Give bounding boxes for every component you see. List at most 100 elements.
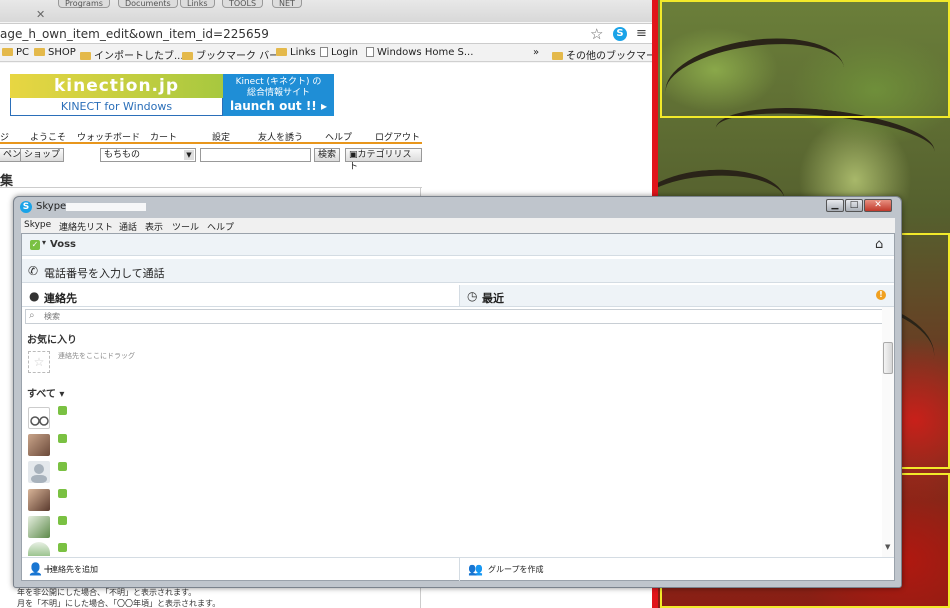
bookmark-item[interactable]: Login — [320, 47, 358, 58]
bookmarks-overflow[interactable]: » — [533, 47, 539, 58]
redacted-title — [66, 203, 146, 211]
folder-icon — [34, 48, 45, 56]
online-status-icon — [58, 434, 67, 443]
bookmark-item[interactable]: その他のブックマーク — [552, 47, 652, 62]
nav-item[interactable]: ジ — [0, 130, 9, 143]
nav-item[interactable]: ログアウト — [375, 130, 420, 143]
bookmark-item[interactable]: Windows Home S... — [366, 47, 473, 58]
bookmark-item[interactable]: インポートしたブ... — [80, 47, 184, 62]
scrollbar-thumb[interactable] — [883, 342, 893, 374]
url-text[interactable]: age_h_own_item_edit&own_item_id=225659 — [0, 27, 269, 41]
category-select[interactable]: もちもの ▼ — [100, 148, 196, 162]
contact-avatar[interactable] — [28, 542, 50, 556]
nav-item[interactable]: ヘルプ — [325, 130, 352, 143]
folder-icon — [80, 52, 91, 60]
bookmark-star-icon[interactable]: ☆ — [590, 25, 603, 43]
user-profile-bar[interactable]: ✓ ▾ Voss ⌂ — [22, 234, 894, 256]
list-icon: ▣ — [349, 150, 358, 160]
online-status-icon — [58, 462, 67, 471]
home-icon[interactable]: ⌂ — [875, 237, 883, 252]
call-phone-row[interactable]: ✆ 電話番号を入力して通話 — [22, 259, 894, 283]
bookmark-item[interactable]: PC — [2, 47, 29, 58]
tab-recent[interactable]: ◷ 最近 ! — [460, 285, 894, 307]
bookmark-item[interactable]: ブックマーク バー — [182, 47, 279, 62]
person-icon: ● — [29, 289, 40, 303]
phone-icon: ✆ — [28, 264, 39, 278]
search-button[interactable]: 検索 — [314, 148, 341, 162]
minimize-button[interactable]: ▁ — [826, 199, 844, 212]
online-status-icon[interactable]: ✓ — [30, 240, 40, 250]
contact-search[interactable]: ⌕ — [25, 309, 891, 324]
search-input[interactable] — [44, 311, 844, 322]
nav-item[interactable]: ウォッチボード — [77, 130, 140, 143]
all-contacts-heading[interactable]: すべて ▾ — [27, 385, 64, 400]
site-navigation: ジ ようこそ ウォッチボード カート 設定 友人を誘う ヘルプ ログアウト — [0, 126, 422, 144]
glasses-avatar-icon — [30, 416, 49, 426]
contact-avatar[interactable] — [28, 516, 50, 538]
shop-button[interactable]: ショップ — [20, 148, 65, 162]
skype-main-panel: ✓ ▾ Voss ⌂ ✆ 電話番号を入力して通話 ● 連絡先 ◷ 最近 ! ⌕ … — [21, 233, 895, 581]
page-icon — [320, 47, 328, 57]
nav-item[interactable]: カート — [150, 130, 177, 143]
create-group-button[interactable]: 👥 グループを作成 — [460, 558, 894, 581]
site-search-bar: ペン ショップ もちもの ▼ 検索 ▣カテゴリリスト — [0, 147, 422, 172]
menu-pill[interactable]: Links — [180, 0, 215, 8]
ad-line: 総合情報サイト — [246, 88, 310, 98]
tab-contacts[interactable]: ● 連絡先 — [22, 285, 460, 307]
menu-help[interactable]: ヘルプ — [207, 220, 234, 233]
bookmarks-bar: PC SHOP インポートしたブ... ブックマーク バー Links Logi… — [0, 44, 652, 62]
bookmark-item[interactable]: Links — [276, 47, 316, 58]
favorites-heading: お気に入り — [27, 335, 77, 346]
menu-contacts[interactable]: 連絡先リスト — [59, 220, 113, 233]
menu-pill[interactable]: Programs — [58, 0, 110, 8]
chevron-down-icon[interactable]: ▾ — [42, 238, 46, 247]
chevron-down-icon: ▼ — [184, 150, 194, 160]
scroll-down-icon[interactable]: ▼ — [885, 543, 890, 551]
favorites-hint: 連絡先をここにドラッグ — [58, 352, 135, 360]
menu-skype[interactable]: Skype — [24, 220, 51, 230]
online-status-icon — [58, 489, 67, 498]
menu-pill[interactable]: NET — [272, 0, 302, 8]
menu-icon[interactable]: ≡ — [636, 26, 647, 41]
bookmark-item[interactable]: SHOP — [34, 47, 76, 58]
keyword-input[interactable] — [200, 148, 311, 162]
contact-avatar[interactable] — [28, 461, 50, 483]
maximize-button[interactable]: □ — [845, 199, 863, 212]
add-contact-button[interactable]: 👤+ 連絡先を追加 — [22, 558, 460, 581]
ad-banner[interactable]: Kinect (キネクト) の 総合情報サイト launch out !! ▸ — [223, 74, 334, 116]
nav-item[interactable]: 友人を誘う — [258, 130, 303, 143]
title-bar[interactable]: S Skype ▁ □ ✕ — [14, 197, 901, 217]
call-phone-label: 電話番号を入力して通話 — [44, 267, 165, 280]
online-status-icon — [58, 543, 67, 552]
contact-tabs: ● 連絡先 ◷ 最近 ! — [22, 285, 894, 307]
user-name: Voss — [50, 239, 76, 250]
skype-logo-icon: S — [20, 201, 32, 213]
nav-item[interactable]: ようこそ — [30, 130, 66, 143]
menu-pill[interactable]: Documents — [118, 0, 178, 8]
help-text: 月を「不明」にした場合、「〇〇年頃」と表示されます。 — [17, 599, 221, 608]
close-tab-icon[interactable]: ✕ — [36, 8, 45, 21]
skype-extension-icon[interactable]: S — [613, 27, 627, 41]
menu-call[interactable]: 通話 — [119, 220, 137, 233]
online-status-icon — [58, 406, 67, 415]
tab-recent-label: 最近 — [482, 292, 504, 305]
category-list-button[interactable]: ▣カテゴリリスト — [345, 148, 422, 172]
ad-headline: launch out !! ▸ — [230, 99, 327, 113]
menu-view[interactable]: 表示 — [145, 220, 163, 233]
close-button[interactable]: ✕ — [864, 199, 892, 212]
folder-icon — [552, 52, 563, 60]
contact-avatar[interactable] — [28, 489, 50, 511]
menu-pill[interactable]: TOOLS — [222, 0, 264, 8]
favorite-drop-slot-icon[interactable]: ☆ — [28, 351, 50, 373]
nav-item[interactable]: 設定 — [212, 130, 230, 143]
contact-avatar[interactable] — [28, 407, 50, 429]
skype-window: S Skype ▁ □ ✕ Skype 連絡先リスト 通話 表示 ツール ヘルプ… — [13, 196, 902, 588]
address-bar[interactable]: age_h_own_item_edit&own_item_id=225659 ☆… — [0, 23, 652, 44]
scrollbar[interactable]: ▼ — [882, 307, 894, 557]
ad-line: Kinect (キネクト) の — [235, 77, 322, 87]
window-title: Skype — [36, 201, 67, 212]
menu-tools[interactable]: ツール — [172, 220, 199, 233]
site-logo[interactable]: kinection.jp KINECT for Windows — [10, 74, 223, 116]
contact-avatar[interactable] — [28, 434, 50, 456]
browser-tab-strip: Programs Documents Links TOOLS NET ✕ — [0, 0, 652, 22]
